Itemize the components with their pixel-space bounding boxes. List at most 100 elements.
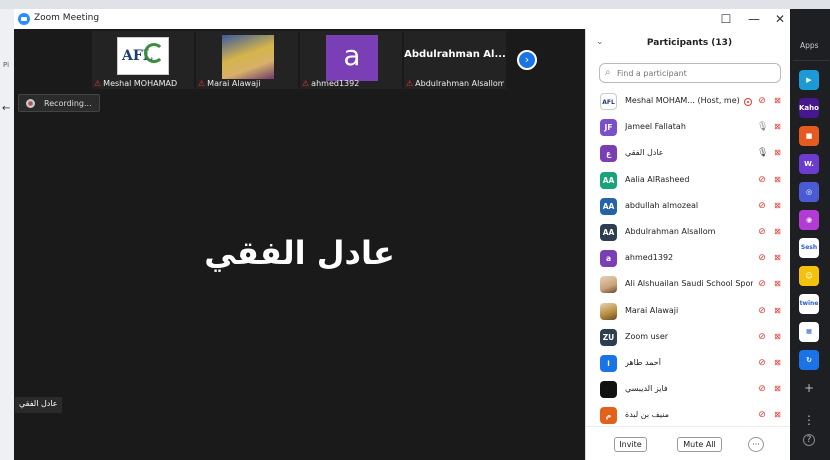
mic-muted-icon[interactable]: ⊘: [757, 95, 767, 107]
name-tile: Abdulrahman Al...: [404, 49, 506, 60]
help-icon[interactable]: ?: [803, 434, 815, 446]
thumbnail-ahmed[interactable]: a ⚠ ahmed1392: [300, 31, 402, 89]
participant-status-icons: ⊘ ⊠: [757, 226, 783, 238]
participant-name-text: Ali Alshuailan Saudi School Spor...: [625, 279, 753, 289]
participant-avatar: [600, 276, 617, 294]
more-options-button[interactable]: ···: [748, 437, 764, 452]
record-icon: [26, 99, 35, 108]
camera-off-icon[interactable]: ⊠: [772, 305, 783, 317]
app-3-app-icon[interactable]: ■: [799, 126, 819, 146]
thumbnail-marai[interactable]: ⚠ Marai Alawaji: [196, 31, 298, 89]
participant-name-text: abdullah almozeal: [625, 200, 699, 210]
more-icon[interactable]: ⋮: [799, 413, 819, 427]
sesh-app-icon[interactable]: Sesh: [799, 238, 819, 258]
app-11-app-icon[interactable]: ↻: [799, 350, 819, 370]
title-bar: Zoom Meeting — ☐ ✕: [14, 9, 792, 29]
active-speaker-tag: عادل الفقي: [15, 397, 62, 413]
mic-muted-icon: ⚠: [302, 79, 310, 88]
participant-status-icons: ⊘ ⊠: [744, 95, 783, 107]
afl-logo: AFL: [117, 37, 169, 75]
kahoot-app-icon[interactable]: Kahoot!: [799, 98, 819, 118]
app-10-app-icon[interactable]: ▦: [799, 322, 819, 342]
camera-off-icon[interactable]: ⊠: [772, 95, 783, 107]
camera-off-icon[interactable]: ⊠: [772, 278, 783, 290]
mic-muted-icon[interactable]: ⊘: [757, 357, 767, 369]
mic-muted-icon[interactable]: ⊘: [757, 226, 767, 238]
apps-divider: [793, 60, 829, 61]
participant-avatar: [600, 302, 617, 320]
camera-off-icon[interactable]: ⊠: [772, 357, 783, 369]
camera-off-icon[interactable]: ⊠: [772, 174, 783, 186]
participant-row[interactable]: Ali Alshuailan Saudi School Spor... ⊘ ⊠: [586, 272, 793, 298]
twine-app-icon[interactable]: twine: [799, 294, 819, 314]
mic-muted-icon[interactable]: ⊘: [757, 252, 767, 264]
app-5-app-icon[interactable]: ◎: [799, 182, 819, 202]
camera-off-icon[interactable]: ⊠: [772, 252, 783, 264]
close-button[interactable]: ✕: [768, 11, 792, 27]
mic-speaking-icon[interactable]: 🎙: [757, 147, 768, 159]
participant-row[interactable]: JF Jameel Fallatah 🎙 ⊠: [586, 115, 793, 141]
participant-row[interactable]: ا أحمد طاهر ⊘ ⊠: [586, 351, 793, 377]
mic-muted-icon: ⚠: [198, 79, 206, 88]
recording-indicator[interactable]: Recording...: [18, 94, 100, 112]
camera-off-icon[interactable]: ⊠: [772, 383, 783, 395]
background-app-edge: Pi ←: [0, 9, 14, 460]
participant-row[interactable]: ZU Zoom user ⊘ ⊠: [586, 325, 793, 351]
app-1-app-icon[interactable]: ▶: [799, 70, 819, 90]
thumbnail-name: Meshal MOHAMAD: [103, 79, 178, 88]
mic-muted-icon[interactable]: ⊘: [757, 409, 767, 421]
mic-muted-icon[interactable]: ⊘: [757, 174, 767, 186]
participant-avatar: ZU: [600, 328, 617, 346]
camera-off-icon[interactable]: ⊠: [772, 331, 783, 343]
mic-muted-icon[interactable]: ⊘: [757, 383, 767, 395]
thumbnail-label: ⚠ Abdulrahman Alsallom: [406, 79, 504, 88]
participant-row[interactable]: ع عادل الفقي 🎙 ⊠: [586, 141, 793, 167]
participant-name: ahmed1392: [625, 253, 753, 262]
mic-muted-icon[interactable]: ⊘: [757, 200, 767, 212]
next-page-arrow-icon[interactable]: ›: [517, 50, 537, 70]
mic-muted-icon: ⚠: [406, 79, 414, 88]
participant-status-icons: 🎙 ⊠: [757, 147, 783, 159]
wooclap-app-icon[interactable]: W.: [799, 154, 819, 174]
zoom-window: Zoom Meeting — ☐ ✕ AFL ⚠ Meshal MOHAMAD ⚠…: [14, 9, 793, 460]
add-app-icon[interactable]: +: [799, 381, 819, 395]
invite-button[interactable]: Invite: [614, 437, 647, 452]
mic-muted-icon[interactable]: ⊘: [757, 305, 767, 317]
app-8-app-icon[interactable]: ☺: [799, 266, 819, 286]
participant-search[interactable]: ⌕: [599, 63, 781, 83]
participant-status-icons: ⊘ ⊠: [757, 331, 783, 343]
thumbnail-abdulrahman[interactable]: Abdulrahman Al... ⚠ Abdulrahman Alsallom: [404, 31, 506, 89]
thumbnail-label: ⚠ Marai Alawaji: [198, 79, 296, 88]
camera-off-icon[interactable]: ⊠: [772, 147, 783, 159]
participant-status-icons: ⊘ ⊠: [757, 383, 783, 395]
minimize-button[interactable]: —: [742, 11, 766, 27]
mic-muted-icon[interactable]: ⊘: [757, 278, 767, 290]
camera-off-icon[interactable]: ⊠: [772, 200, 783, 212]
camera-off-icon[interactable]: ⊠: [772, 409, 783, 421]
participant-row[interactable]: AA Aalia AlRasheed ⊘ ⊠: [586, 168, 793, 194]
search-input[interactable]: [617, 67, 777, 80]
mic-muted-icon[interactable]: ⊘: [757, 331, 767, 343]
thumbnail-meshal[interactable]: AFL ⚠ Meshal MOHAMAD: [92, 31, 194, 89]
participant-name: Ali Alshuailan Saudi School Spor...: [625, 279, 753, 288]
participant-row[interactable]: AA abdullah almozeal ⊘ ⊠: [586, 194, 793, 220]
app-6-app-icon[interactable]: ◉: [799, 210, 819, 230]
participant-list: AFL Meshal MOHAM... (Host, me) ⊘ ⊠ JF Jameel …: [586, 89, 793, 429]
participant-name: Jameel Fallatah: [625, 122, 753, 131]
participant-row[interactable]: AA Abdulrahman Alsallom ⊘ ⊠: [586, 220, 793, 246]
camera-off-icon[interactable]: ⊠: [772, 226, 783, 238]
mic-on-icon[interactable]: 🎙: [757, 121, 768, 133]
participant-row[interactable]: AFL Meshal MOHAM... (Host, me) ⊘ ⊠: [586, 89, 793, 115]
maximize-button[interactable]: ☐: [714, 11, 738, 27]
participant-row[interactable]: فايز الديبسي ⊘ ⊠: [586, 377, 793, 403]
participant-name: Marai Alawaji: [625, 306, 753, 315]
participant-status-icons: ⊘ ⊠: [757, 252, 783, 264]
participant-avatar: a: [600, 250, 617, 268]
mute-all-button[interactable]: Mute All: [677, 437, 722, 452]
participants-footer: Invite Mute All ···: [586, 426, 793, 460]
participant-row[interactable]: a ahmed1392 ⊘ ⊠: [586, 246, 793, 272]
camera-off-icon[interactable]: ⊠: [772, 121, 783, 133]
participant-name-text: Zoom user: [625, 331, 669, 341]
participant-row[interactable]: Marai Alawaji ⊘ ⊠: [586, 299, 793, 325]
participant-avatar: AA: [600, 197, 617, 215]
